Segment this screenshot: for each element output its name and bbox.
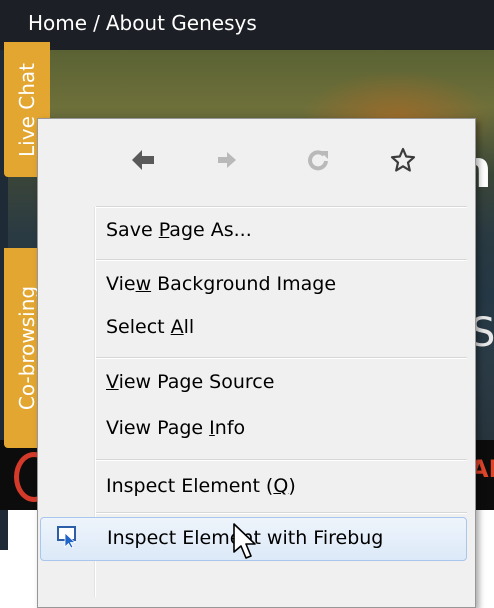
menu-separator [96,459,467,461]
reload-icon [308,150,328,171]
reload-button[interactable] [293,135,343,185]
arrow-right-icon [218,152,236,168]
menu-item-label: Save Page As... [106,219,252,241]
menu-separator [96,357,467,359]
star-icon [390,147,416,172]
breadcrumb-home-link[interactable]: Home [28,11,87,35]
cobrowsing-label: Co-browsing [15,285,39,411]
menu-item-view-page-info[interactable]: View Page Info [40,409,469,449]
forward-button[interactable] [202,135,252,185]
menu-item-label: Inspect Element (Q) [106,475,296,497]
breadcrumb-separator: / [93,11,100,35]
arrow-left-icon [132,150,154,170]
mouse-cursor-icon [233,523,256,559]
breadcrumb-current: About Genesys [105,11,257,35]
menu-separator [96,512,467,514]
menu-separator [96,206,467,208]
menu-item-label: View Background Image [106,273,337,295]
bookmark-button[interactable] [378,135,428,185]
menu-item-view-page-source[interactable]: View Page Source [40,363,469,403]
breadcrumb-text: Home / About Genesys [28,11,257,35]
menu-item-select-all[interactable]: Select All [40,308,469,348]
live-chat-label: Live Chat [15,62,39,157]
menu-item-label: View Page Source [106,371,275,393]
menu-item-label: Select All [106,316,195,338]
menu-item-save-page-as[interactable]: Save Page As... [40,211,469,251]
firebug-inspect-icon [57,526,77,548]
menu-item-view-background-image[interactable]: View Background Image [40,265,469,305]
breadcrumb: Home / About Genesys [0,0,494,50]
menu-nav-row [38,119,475,205]
menu-separator [96,259,467,261]
menu-item-inspect-element[interactable]: Inspect Element (Q) [40,467,469,507]
menu-item-label: View Page Info [106,417,246,439]
back-button[interactable] [118,135,168,185]
